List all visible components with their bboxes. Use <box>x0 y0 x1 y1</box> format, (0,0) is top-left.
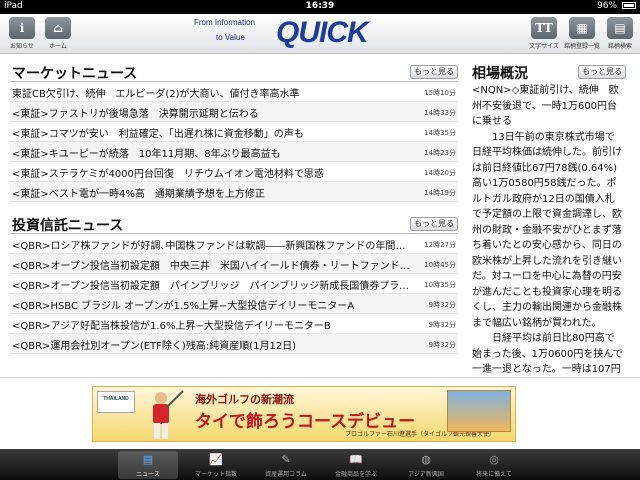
market-news-list: 東証CB欠引け、続伸 エルピーダ(2)が大商い、値付き率高水準 15時10分 <東… <box>10 82 458 202</box>
tuk-tuk-image <box>447 390 511 432</box>
home-button[interactable]: ⌂ ホーム <box>40 17 76 50</box>
news-time: 14時33分 <box>424 109 456 117</box>
list-item[interactable]: <QBR>ロシア株ファンドが好調､中国株ファンドは軟調――新興国株ファンドの年間… <box>10 234 458 254</box>
news-time: 12時27分 <box>424 241 456 249</box>
list-item[interactable]: <QBR>運用会社別オープン(ETF除く)残高:純資産順(1月12日) 9時32分 <box>10 334 458 354</box>
list-item[interactable]: 東証CB欠引け、続伸 エルピーダ(2)が大商い、値付き率高水準 15時10分 <box>10 82 458 102</box>
list-item[interactable]: <東証>ベスト電が一時4%高 通期業績予想を上方修正 14時19分 <box>10 182 458 202</box>
fund-news-more-button[interactable]: もっと見る <box>410 217 458 231</box>
info-label: お知らせ <box>10 43 34 50</box>
tab-asia[interactable]: ◍ アジア新興国 <box>396 451 456 479</box>
news-headline: <東証>コマツが安い 利益確定、「出遅れ株に資金移動」の声も <box>12 129 304 140</box>
news-headline: <東証>ステラケミが4000円台回復 リチウムイオン電池材料で思惑 <box>12 169 324 180</box>
thailand-logo: THAILAND <box>97 391 135 413</box>
market-news-title: マーケットニュース <box>12 66 138 82</box>
news-time: 10時35分 <box>424 281 456 289</box>
ad-line-1: 海外ゴルフの新潮流 <box>195 393 294 406</box>
fund-news-title: 投資信託ニュース <box>12 218 124 234</box>
news-time: 9時32分 <box>428 301 456 309</box>
market-overview-title: 相場概況 <box>472 66 528 82</box>
tab-news[interactable]: ▤ ニュース <box>118 451 178 479</box>
stock-register-button[interactable]: ▦ 銘柄登録一覧 <box>564 17 600 50</box>
list-item[interactable]: <東証>キユーピーが続落 10年11月期、8年ぶり最高益も 14時23分 <box>10 142 458 162</box>
future-icon: ◎ <box>489 453 499 466</box>
list-item[interactable]: <QBR>オープン投信当初設定額 中央三井 米国ハイイールド債券・リートファンド… <box>10 254 458 274</box>
stock-search-button[interactable]: ▤ 銘柄検索 <box>602 17 638 50</box>
news-headline: <QBR>アジア好配当株投信が1.6%上昇−大型投信デイリーモニターB <box>12 321 331 332</box>
logo-tagline-2: to Value <box>216 33 245 42</box>
asset-column-icon: ✎ <box>281 453 291 466</box>
market-overview-article: <NQN>◇東証前引け、続伸 欧州不安後退で、一時1万600円台に乗せる 13日… <box>472 83 624 373</box>
text-size-button[interactable]: TT 文字サイズ <box>526 17 562 50</box>
news-time: 10時45分 <box>424 261 456 269</box>
quick-logo: From Information to Value QUICK <box>180 16 370 52</box>
home-icon: ⌂ <box>45 17 71 39</box>
list-item[interactable]: <QBR>HSBC ブラジル オープンが1.5%上昇−大型投信デイリーモニターA… <box>10 294 458 314</box>
news-headline: <QBR>HSBC ブラジル オープンが1.5%上昇−大型投信デイリーモニターA <box>12 301 355 312</box>
tab-market-index[interactable]: 📈 マーケット指数 <box>186 451 246 479</box>
text-size-label: 文字サイズ <box>529 43 559 50</box>
news-headline: <QBR>運用会社別オープン(ETF除く)残高:純資産順(1月12日) <box>12 341 297 352</box>
main-content: マーケットニュース もっと見る 東証CB欠引け、続伸 エルピーダ(2)が大商い、… <box>0 55 640 377</box>
tab-future[interactable]: ◎ 将来に備えて <box>464 451 524 479</box>
article-paragraph: 日経平均は前日比80円高で始まった後、1万0600円を挟んで一進一退となった。一… <box>472 333 623 373</box>
article-paragraph: 13日午前の東京株式市場で日経平均株価は続伸した。前引けは前日終値比67円78銭… <box>472 131 622 329</box>
stock-search-label: 銘柄検索 <box>607 43 632 50</box>
list-item[interactable]: <東証>コマツが安い 利益確定、「出遅れ株に資金移動」の声も 14時35分 <box>10 122 458 142</box>
battery-icon <box>622 2 636 9</box>
asia-icon: ◍ <box>421 453 431 466</box>
logo-brand: QUICK <box>276 16 369 49</box>
news-time: 14時35分 <box>424 129 456 137</box>
list-item[interactable]: <QBR>アジア好配当株投信が1.6%上昇−大型投信デイリーモニターB 9時32分 <box>10 314 458 334</box>
tab-bar: ▤ ニュース 📈 マーケット指数 ✎ 資産運用コラム 📖 金融商品を学ぶ ◍ ア… <box>0 449 640 480</box>
news-headline: <東証>ベスト電が一時4%高 通期業績予想を上方修正 <box>12 189 265 200</box>
news-headline: <QBR>オープン投信当初設定額 パインブリッジ パインブリッジ新成長国債券プラ… <box>12 281 412 292</box>
list-item[interactable]: <東証>ファストリが後場急落 決算開示延期と伝わる 14時33分 <box>10 102 458 122</box>
market-index-icon: 📈 <box>209 453 223 466</box>
news-headline: 東証CB欠引け、続伸 エルピーダ(2)が大商い、値付き率高水準 <box>12 89 300 100</box>
tab-label: ニュース <box>136 471 160 478</box>
news-time: 9時32分 <box>428 341 456 349</box>
news-time: 14時23分 <box>424 149 456 157</box>
battery-percent: 96% <box>597 1 618 11</box>
news-time: 15時10分 <box>424 89 456 97</box>
article-headline: <NQN>◇東証前引け、続伸 欧州不安後退で、一時1万600円台に乗せる <box>472 85 619 127</box>
news-time: 9時32分 <box>428 321 456 329</box>
learn-icon: 📖 <box>349 453 363 466</box>
info-button[interactable]: i お知らせ <box>4 17 40 50</box>
text-size-icon: TT <box>531 17 557 39</box>
market-news-more-button[interactable]: もっと見る <box>410 65 458 79</box>
news-headline: <東証>ファストリが後場急落 決算開示延期と伝わる <box>12 109 259 120</box>
clock: 16:39 <box>305 1 335 11</box>
golfer-image <box>153 390 184 439</box>
top-navigation: i お知らせ ⌂ ホーム From Information to Value Q… <box>0 14 640 54</box>
tab-label: アジア新興国 <box>408 471 444 478</box>
news-time: 14時19分 <box>424 189 456 197</box>
news-headline: <東証>キユーピーが続落 10年11月期、8年ぶり最高益も <box>12 149 281 160</box>
logo-tagline-1: From Information <box>194 18 255 27</box>
tab-label: 将来に備えて <box>476 471 512 478</box>
home-label: ホーム <box>49 43 67 50</box>
battery-indicator: 96% <box>597 1 636 11</box>
tab-label: マーケット指数 <box>194 471 237 478</box>
tab-learn[interactable]: 📖 金融商品を学ぶ <box>326 451 386 479</box>
fund-news-list: <QBR>ロシア株ファンドが好調､中国株ファンドは軟調――新興国株ファンドの年間… <box>10 234 458 354</box>
stock-register-label: 銘柄登録一覧 <box>564 43 601 50</box>
list-item[interactable]: <QBR>オープン投信当初設定額 パインブリッジ パインブリッジ新成長国債券プラ… <box>10 274 458 294</box>
news-icon: ▤ <box>142 453 154 466</box>
list-item[interactable]: <東証>ステラケミが4000円台回復 リチウムイオン電池材料で思惑 14時20分 <box>10 162 458 182</box>
market-overview-more-button[interactable]: もっと見る <box>578 65 626 79</box>
ad-banner[interactable]: THAILAND 海外ゴルフの新潮流 タイで飾ろうコースデビュー プロゴルファー… <box>92 386 516 442</box>
tab-label: 金融商品を学ぶ <box>334 471 377 478</box>
tab-label: 資産運用コラム <box>265 471 307 478</box>
news-headline: <QBR>オープン投信当初設定額 中央三井 米国ハイイールド債券・リートファンド… <box>12 261 412 272</box>
stock-search-icon: ▤ <box>607 17 633 39</box>
tab-asset-column[interactable]: ✎ 資産運用コラム <box>256 451 316 479</box>
news-headline: <QBR>ロシア株ファンドが好調､中国株ファンドは軟調――新興国株ファンドの年間… <box>12 241 412 252</box>
status-bar: iPad 16:39 96% <box>0 0 640 14</box>
stock-register-icon: ▦ <box>569 17 595 39</box>
ad-area: THAILAND 海外ゴルフの新潮流 タイで飾ろうコースデビュー プロゴルファー… <box>0 377 640 449</box>
info-icon: i <box>9 17 35 39</box>
news-time: 14時20分 <box>424 169 456 177</box>
